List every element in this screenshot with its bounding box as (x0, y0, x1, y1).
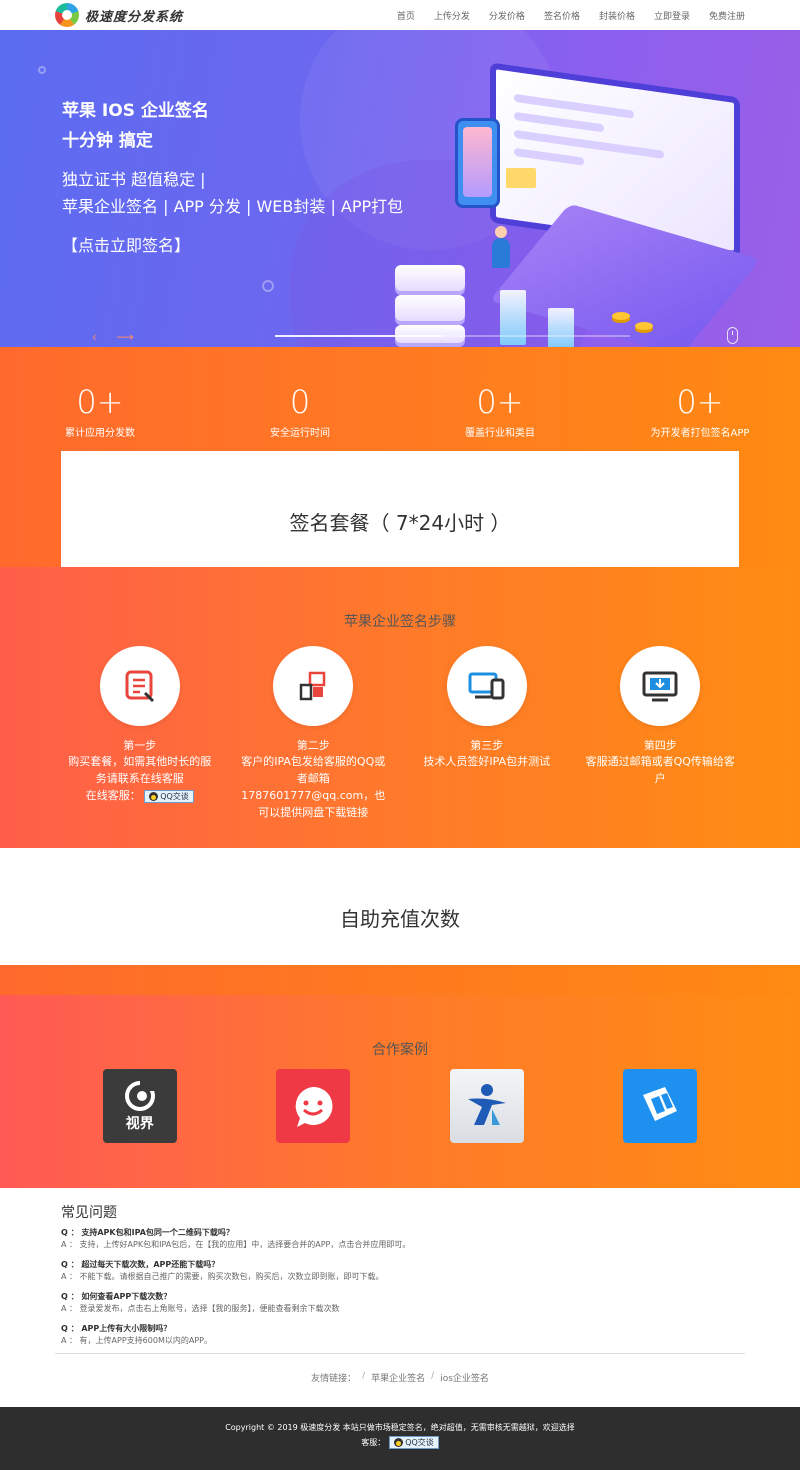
faq-item: Q ： 如何查看APP下载次数？ A ： 登录爱发布，点击右上角账号，选择【我的… (61, 1292, 340, 1313)
monitor-download-icon (620, 646, 701, 726)
steps-title: 苹果企业签名步骤 (344, 614, 456, 630)
package-card: 签名套餐（ 7*24小时 ） (61, 451, 739, 567)
link-apple-enterprise-sign[interactable]: 苹果企业签名 (371, 1371, 425, 1384)
stat-apps: 0+ 累计应用分发数 (65, 383, 135, 439)
recharge-title: 自助充值次数 (340, 907, 460, 931)
qq-icon (394, 1438, 404, 1447)
phone-illustration (455, 118, 500, 208)
runner-app-icon[interactable] (449, 1069, 524, 1143)
hero-banner: 苹果 IOS 企业签名 十分钟 搞定 独立证书 超值稳定 | 苹果企业签名 | … (0, 30, 800, 347)
nav-register[interactable]: 免费注册 (709, 9, 745, 22)
nav-home[interactable]: 首页 (397, 9, 415, 22)
grid-blocks-icon (273, 646, 354, 726)
recharge-section: 自助充值次数 (0, 848, 800, 965)
nav-upload[interactable]: 上传分发 (434, 9, 470, 22)
faq-title: 常见问题 (61, 1205, 117, 1221)
hero-text: 苹果 IOS 企业签名 十分钟 搞定 独立证书 超值稳定 | 苹果企业签名 | … (62, 96, 403, 256)
logo-icon (55, 3, 79, 27)
nav-package-price[interactable]: 封装价格 (599, 9, 635, 22)
hero-illustration (350, 60, 770, 347)
nav-signing-price[interactable]: 签名价格 (544, 9, 580, 22)
friend-links: 友情链接： / 苹果企业签名 / ios企业签名 (311, 1371, 489, 1384)
stat-packaged: 0+ 为开发者打包签名APP (650, 383, 750, 439)
stat-industries: 0+ 覆盖行业和类目 (465, 383, 535, 439)
step-3: 第三步 技术人员签好IPA包并测试 (400, 646, 574, 821)
slider-arrows[interactable]: ‹ ⟶ (92, 330, 142, 344)
stat-uptime: 0 安全运行时间 (270, 383, 330, 439)
smile-chat-icon[interactable] (276, 1069, 351, 1143)
hero-subheadline: 十分钟 搞定 (62, 131, 153, 151)
cases-section: 合作案例 视界 (0, 995, 800, 1188)
brand[interactable]: 极速度分发系统 (55, 3, 183, 27)
brand-name: 极速度分发系统 (85, 9, 184, 25)
person-illustration (492, 226, 510, 268)
hero-tagline: 独立证书 超值稳定 | 苹果企业签名 | APP 分发 | WEB封装 | AP… (62, 170, 404, 216)
nav-distribution-price[interactable]: 分发价格 (489, 9, 525, 22)
decor-circle (38, 66, 46, 74)
footer-qq-chat-button[interactable]: QQ交谈 (389, 1436, 439, 1449)
sign-now-link[interactable]: 【点击立即签名】 (62, 232, 190, 256)
qq-icon (149, 791, 159, 801)
envelope-icon (506, 168, 536, 188)
eye-app-icon[interactable]: 视界 (102, 1069, 177, 1143)
footer: Copyright © 2019 极速度分发 本站只做市场稳定签名，绝对超值，无… (0, 1407, 800, 1470)
package-title: 签名套餐（ 7*24小时 ） (289, 511, 511, 535)
faq-item: Q ： 支持APK包和IPA包同一个二维码下载吗？ A ： 支持，上传好APK包… (61, 1228, 411, 1249)
slider-progress[interactable] (275, 335, 630, 337)
step-2: 第二步 客户的IPA包发给客服的QQ或者邮箱1787601777@qq.com，… (227, 646, 401, 821)
server-illustration (395, 265, 465, 291)
document-edit-icon (99, 646, 180, 726)
faq-item: Q ： APP上传有大小限制吗？ A ： 有，上传APP支持600M以内的APP… (61, 1324, 212, 1345)
step-1: 第一步 购买套餐，如需其他时长的服务请联系在线客服 在线客服： QQ交谈 (53, 646, 227, 821)
stats-section: 0+ 累计应用分发数 0 安全运行时间 0+ 覆盖行业和类目 0+ 为开发者打包… (0, 347, 800, 567)
faq-item: Q ： 超过每天下载次数，APP还能下载吗？ A ： 不能下载。请根据自己推广的… (61, 1260, 384, 1281)
coin-icon (612, 312, 630, 320)
main-nav: 首页 上传分发 分发价格 签名价格 封装价格 立即登录 免费注册 (397, 9, 745, 22)
nav-login[interactable]: 立即登录 (654, 9, 690, 22)
cases-title: 合作案例 (372, 1042, 428, 1058)
divider (55, 1353, 745, 1354)
hero-headline: 苹果 IOS 企业签名 (62, 101, 209, 121)
copyright-text: Copyright © 2019 极速度分发 本站只做市场稳定签名，绝对超值，无… (225, 1423, 575, 1432)
scroll-mouse-icon[interactable] (727, 327, 738, 344)
qq-chat-button[interactable]: QQ交谈 (144, 789, 194, 803)
top-header: 极速度分发系统 首页 上传分发 分发价格 签名价格 封装价格 立即登录 免费注册 (0, 0, 800, 30)
link-ios-enterprise-sign[interactable]: ios企业签名 (440, 1371, 489, 1384)
step-4: 第四步 客服通过邮箱或者QQ传输给客户 (574, 646, 748, 821)
book-app-icon[interactable] (623, 1069, 698, 1143)
decor-circle (262, 280, 274, 292)
signing-steps-section: 苹果企业签名步骤 第一步 购买套餐，如需其他时长的服务请联系在线客服 在线客服：… (0, 567, 800, 848)
devices-icon (446, 646, 527, 726)
faq-section: 常见问题 Q ： 支持APK包和IPA包同一个二维码下载吗？ A ： 支持，上传… (0, 1188, 800, 1371)
